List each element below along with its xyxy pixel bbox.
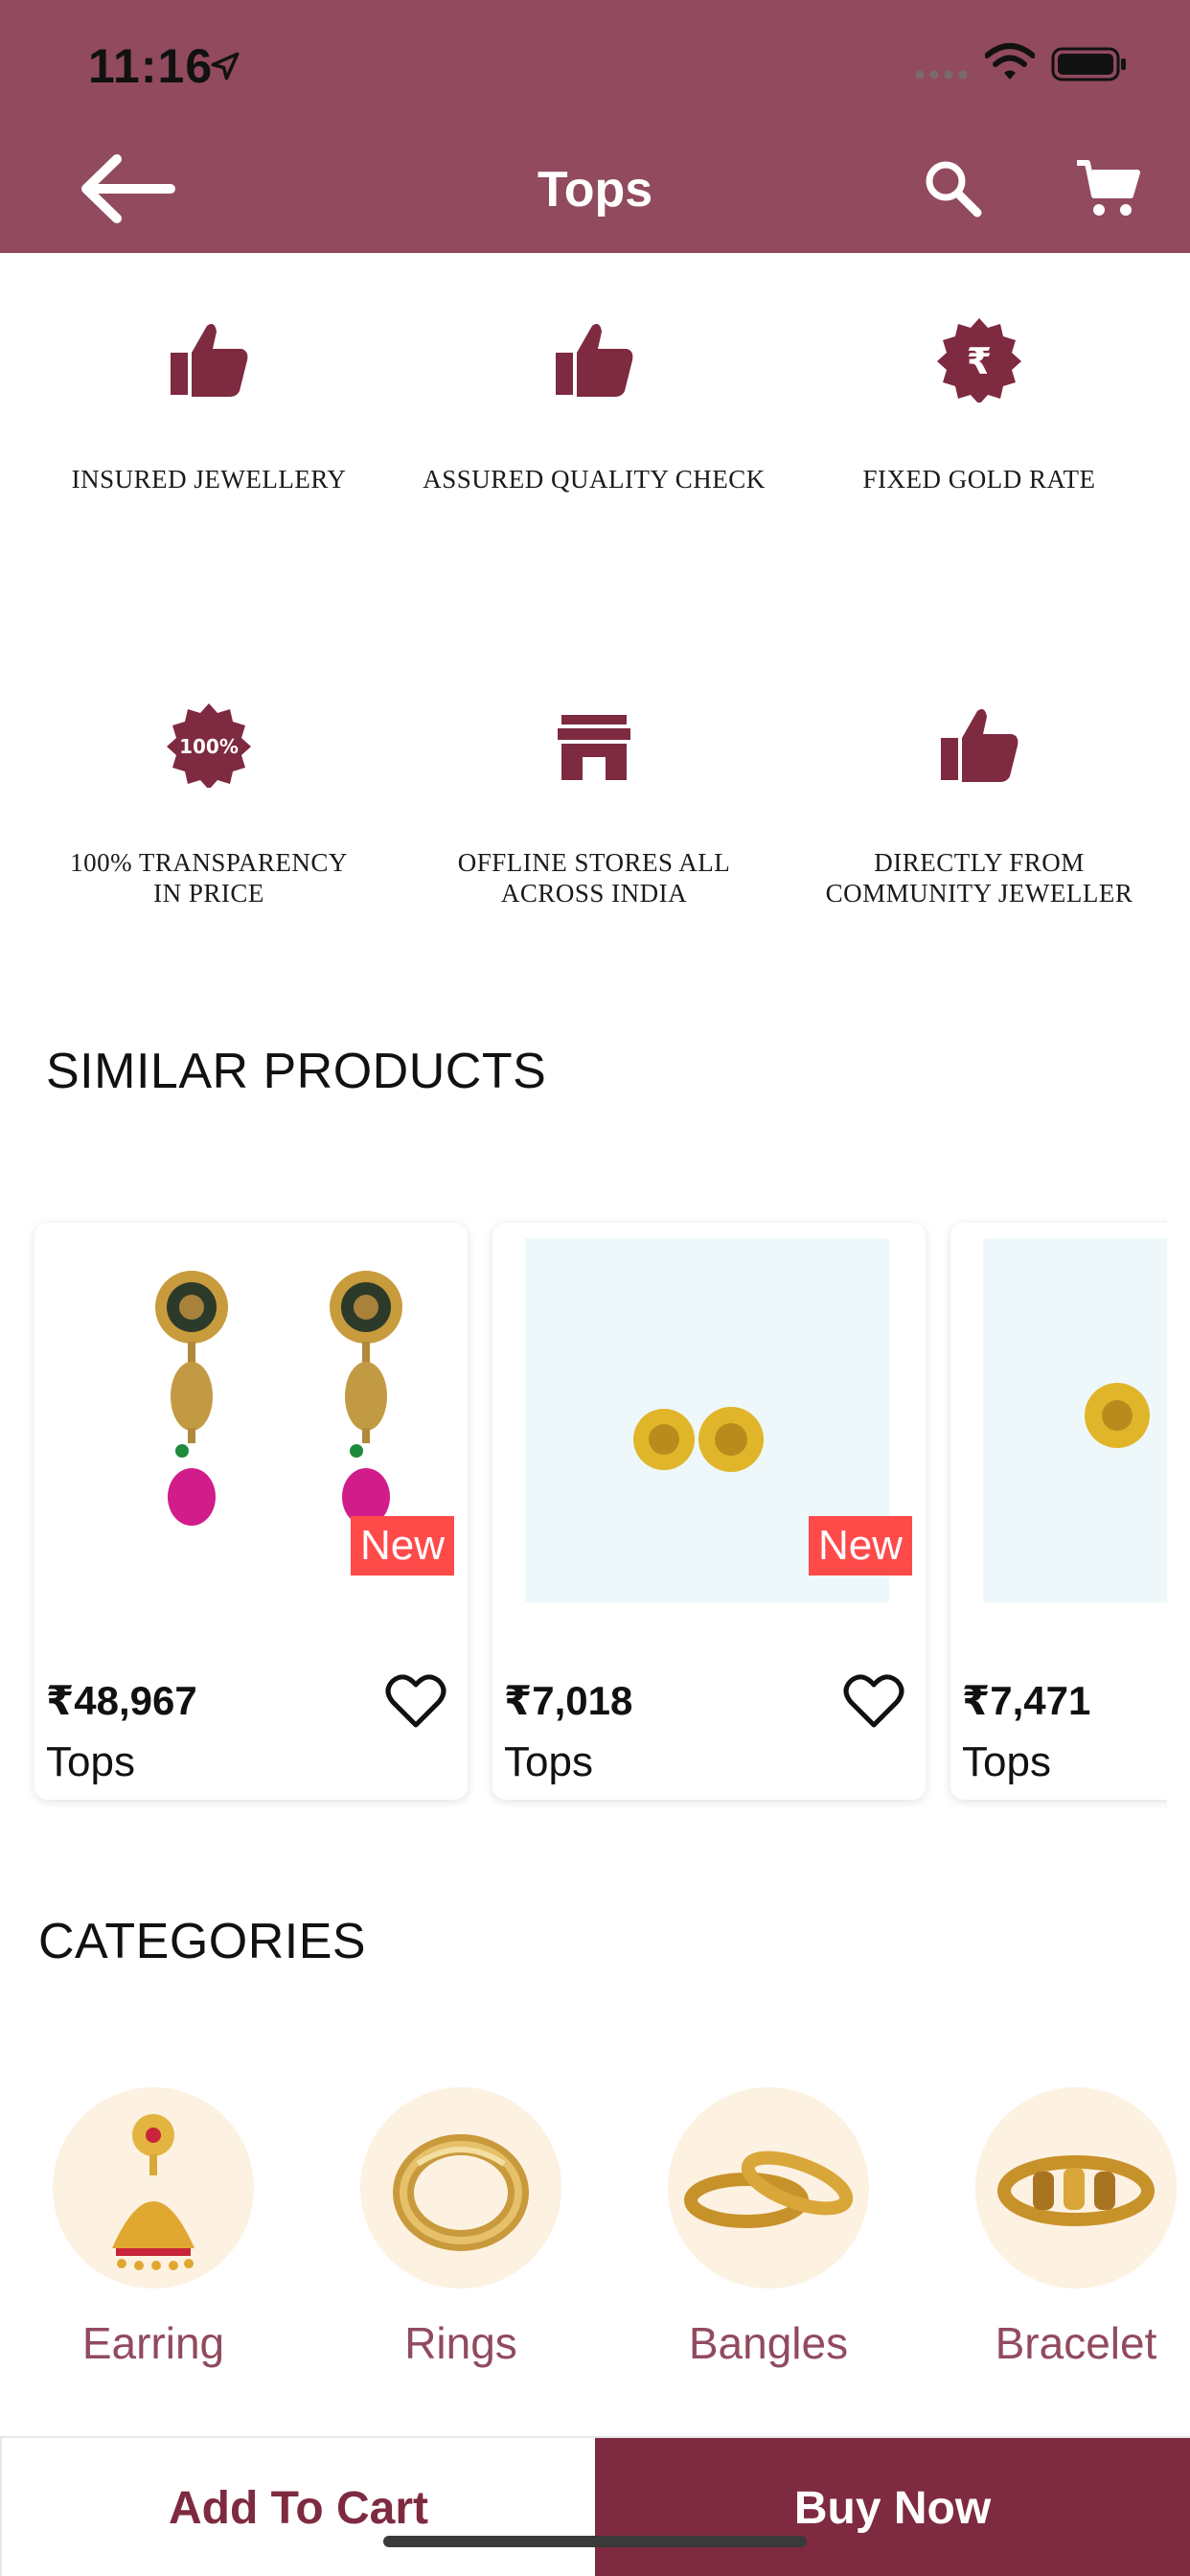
status-time: 11:16	[88, 39, 214, 93]
feature-assured-quality-check: ASSURED QUALITY CHECK	[402, 316, 786, 494]
feature-label: ASSURED QUALITY CHECK	[423, 465, 766, 494]
add-to-cart-button[interactable]: Add To Cart	[0, 2438, 595, 2576]
new-badge: New	[808, 1516, 912, 1576]
category-label: Rings	[404, 2318, 517, 2368]
stud-earring-image	[1085, 1383, 1150, 1448]
product-card[interactable]: New ₹48,967 Tops	[34, 1223, 468, 1800]
category-bangles[interactable]: Bangles	[644, 2087, 893, 2369]
feature-offline-stores: OFFLINE STORES ALL ACROSS INDIA	[402, 702, 786, 908]
new-badge: New	[350, 1516, 454, 1576]
page-title: Tops	[537, 162, 653, 218]
categories-title: CATEGORIES	[38, 1914, 367, 1969]
feature-label: 100% TRANSPARENCY IN PRICE	[70, 848, 348, 908]
category-label: Earring	[81, 2318, 225, 2368]
product-image	[983, 1238, 1167, 1602]
bracelet-image	[997, 2155, 1155, 2226]
category-image	[360, 2087, 561, 2288]
thumbs-up-icon	[556, 324, 633, 397]
thumbs-up-icon	[941, 709, 1018, 782]
rupee-badge-icon: ₹	[937, 318, 1021, 402]
heart-icon[interactable]	[843, 1673, 904, 1731]
category-rings[interactable]: Rings	[336, 2087, 585, 2369]
buy-now-button[interactable]: Buy Now	[595, 2438, 1190, 2576]
feature-label: DIRECTLY FROM COMMUNITY JEWELLER	[825, 848, 1133, 908]
category-bracelet[interactable]: Bracelet	[951, 2087, 1190, 2369]
product-card[interactable]: ₹7,471 Tops	[950, 1223, 1167, 1800]
jhumka-earring-image	[112, 2114, 195, 2270]
bangles-image	[684, 2150, 854, 2228]
feature-fixed-gold-rate: ₹ FIXED GOLD RATE	[788, 316, 1171, 494]
store-icon	[558, 715, 630, 780]
svg-text:100%: 100%	[179, 735, 239, 758]
home-indicator[interactable]	[383, 2536, 807, 2547]
product-price: ₹7,471	[962, 1678, 1091, 1723]
heart-icon[interactable]	[385, 1673, 446, 1731]
battery-icon	[1051, 47, 1126, 81]
similar-products-carousel[interactable]: New ₹48,967 Tops New ₹7,018 Tops ₹7,471 …	[21, 1215, 1167, 1815]
category-image	[975, 2087, 1177, 2288]
bottom-action-bar: Add To Cart Buy Now	[0, 2436, 1190, 2576]
product-name: Tops	[504, 1738, 593, 1785]
product-price: ₹7,018	[504, 1678, 633, 1723]
feature-community-jeweller: DIRECTLY FROM COMMUNITY JEWELLER	[788, 702, 1171, 908]
product-card[interactable]: New ₹7,018 Tops	[492, 1223, 926, 1800]
cart-icon[interactable]	[1075, 159, 1140, 218]
feature-transparency: 100% 100% TRANSPARENCY IN PRICE	[17, 702, 400, 908]
category-label: Bangles	[688, 2318, 849, 2368]
feature-label: INSURED JEWELLERY	[71, 465, 347, 494]
feature-label: OFFLINE STORES ALL ACROSS INDIA	[457, 848, 731, 908]
product-name: Tops	[962, 1738, 1051, 1785]
similar-products-title: SIMILAR PRODUCTS	[46, 1044, 547, 1099]
wifi-icon	[985, 43, 1035, 80]
svg-text:₹: ₹	[967, 340, 992, 382]
app-header: 11:16 Tops	[0, 0, 1190, 253]
category-label: Bracelet	[995, 2318, 1157, 2368]
gold-ring-image	[393, 2134, 529, 2251]
category-image	[668, 2087, 869, 2288]
thumbs-up-icon	[171, 324, 248, 397]
category-earring[interactable]: Earring	[29, 2087, 278, 2369]
cellular-signal-icon	[915, 70, 968, 80]
feature-label: FIXED GOLD RATE	[862, 465, 1096, 494]
feature-insured-jewellery: INSURED JEWELLERY	[17, 316, 400, 494]
location-arrow-icon	[211, 52, 240, 80]
category-image	[53, 2087, 254, 2288]
search-icon[interactable]	[922, 157, 983, 218]
percent-badge-icon: 100%	[167, 703, 251, 788]
product-price: ₹48,967	[46, 1678, 197, 1723]
product-name: Tops	[46, 1738, 135, 1785]
